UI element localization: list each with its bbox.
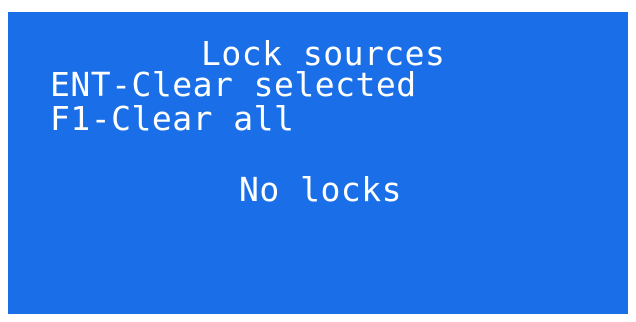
- empty-state-message: No locks: [239, 170, 402, 209]
- lock-sources-screen: Lock sources ENT-Clear selected F1-Clear…: [50, 32, 602, 294]
- help-enter-clear-selected: ENT-Clear selected: [50, 65, 417, 104]
- device-display: Lock sources ENT-Clear selected F1-Clear…: [8, 12, 628, 314]
- help-f1-clear-all: F1-Clear all: [50, 99, 295, 138]
